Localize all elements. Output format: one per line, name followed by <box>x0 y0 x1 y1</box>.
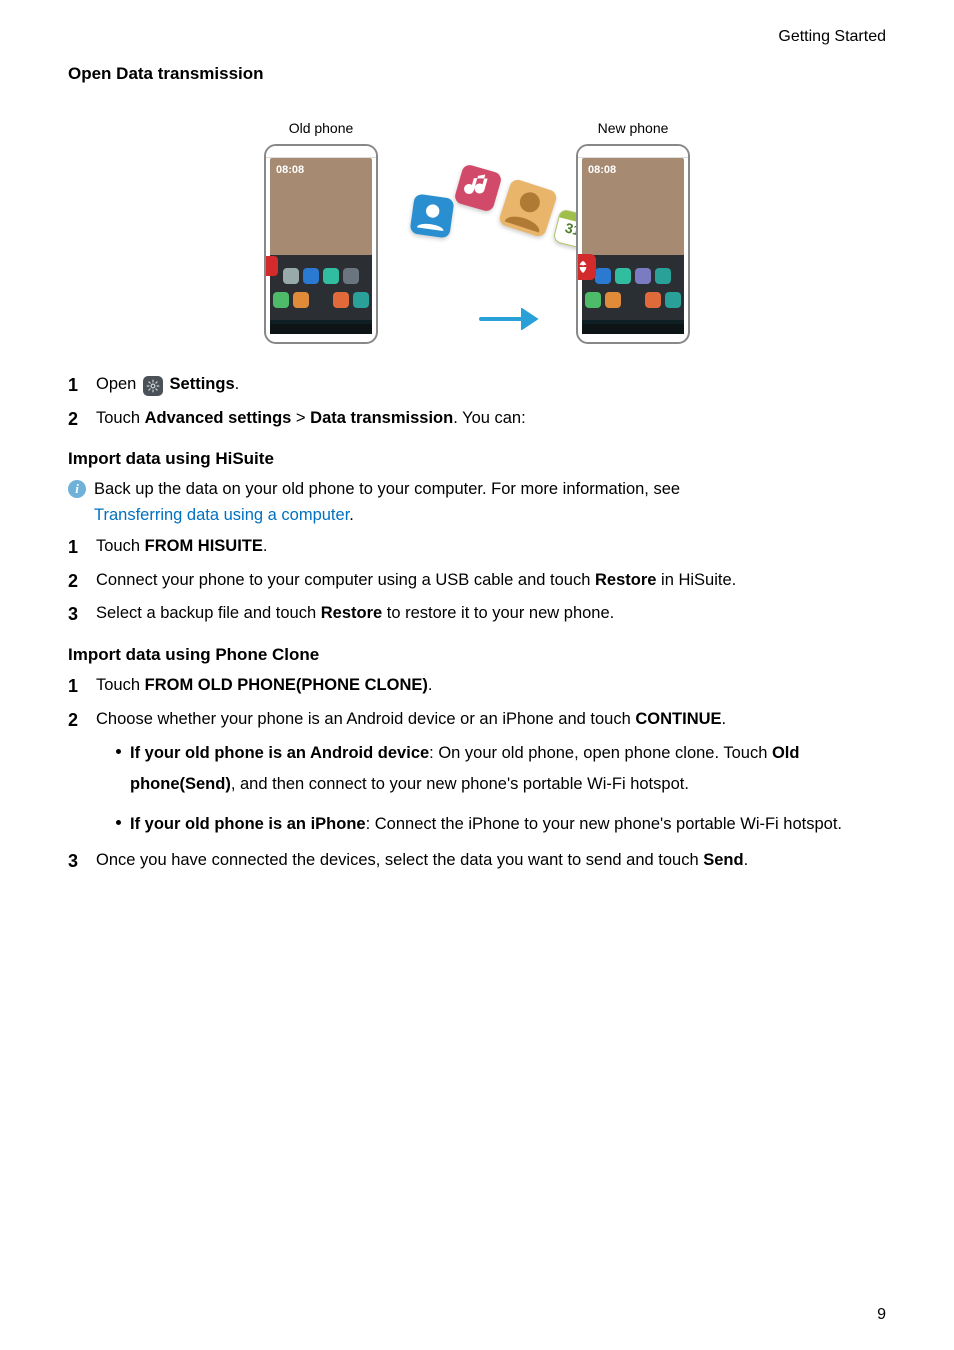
text: . <box>235 375 240 393</box>
text: : Connect the iPhone to your new phone's… <box>366 815 842 833</box>
info-icon: i <box>68 480 86 498</box>
steps-hisuite: Touch FROM HISUITE. Connect your phone t… <box>68 534 886 627</box>
separator: > <box>291 409 310 427</box>
data-transmission-label: Data transmission <box>310 409 453 427</box>
sub-bullets: If your old phone is an Android device: … <box>96 738 886 840</box>
text: . <box>722 710 727 728</box>
text: Choose whether your phone is an Android … <box>96 710 635 728</box>
text: in HiSuite. <box>656 571 736 589</box>
from-hisuite-label: FROM HISUITE <box>145 537 263 555</box>
text: Touch <box>96 409 145 427</box>
text: Touch <box>96 537 145 555</box>
arrow-icon <box>479 308 539 330</box>
from-old-phone-label: FROM OLD PHONE(PHONE CLONE) <box>145 676 428 694</box>
iphone-label: If your old phone is an iPhone <box>130 815 366 833</box>
old-phone-mockup: 08:08 <box>264 144 378 344</box>
step-open-settings: Open Settings. <box>68 372 886 398</box>
step-send-data: Once you have connected the devices, sel… <box>68 848 886 874</box>
new-phone-clock: 08:08 <box>588 164 616 176</box>
heading-import-phone-clone: Import data using Phone Clone <box>68 645 886 665</box>
old-phone-block: Old phone 08:08 <box>264 120 378 344</box>
bullet-iphone: If your old phone is an iPhone: Connect … <box>116 809 886 840</box>
text: , and then connect to your new phone's p… <box>231 775 689 793</box>
text: . You can: <box>453 409 526 427</box>
steps-phone-clone: Touch FROM OLD PHONE(PHONE CLONE). Choos… <box>68 673 886 874</box>
text: Once you have connected the devices, sel… <box>96 851 703 869</box>
info-backup-note: i Back up the data on your old phone to … <box>68 477 886 528</box>
new-phone-mockup: 08:08 <box>576 144 690 344</box>
illustration-data-transfer: Old phone 08:08 <box>68 120 886 344</box>
text: Select a backup file and touch <box>96 604 321 622</box>
step-from-old-phone: Touch FROM OLD PHONE(PHONE CLONE). <box>68 673 886 699</box>
page-header-right: Getting Started <box>778 28 886 46</box>
restore-label: Restore <box>595 571 656 589</box>
heading-import-hisuite: Import data using HiSuite <box>68 449 886 469</box>
android-device-label: If your old phone is an Android device <box>130 744 429 762</box>
continue-label: CONTINUE <box>635 710 721 728</box>
send-label: Send <box>703 851 743 869</box>
text: . <box>744 851 749 869</box>
step-connect-usb: Connect your phone to your computer usin… <box>68 568 886 594</box>
info-text: Back up the data on your old phone to yo… <box>94 480 680 498</box>
text: . <box>263 537 268 555</box>
bullet-android: If your old phone is an Android device: … <box>116 738 886 801</box>
page-number: 9 <box>877 1306 886 1324</box>
new-phone-label: New phone <box>598 120 669 136</box>
text: to restore it to your new phone. <box>382 604 614 622</box>
contacts-icon <box>409 193 454 238</box>
link-transferring-data[interactable]: Transferring data using a computer <box>94 506 349 524</box>
phone-clone-icon <box>264 256 278 276</box>
avatar-icon <box>498 178 558 238</box>
settings-label: Settings <box>170 375 235 393</box>
text: Touch <box>96 676 145 694</box>
old-phone-clock: 08:08 <box>276 164 304 176</box>
phone-clone-icon <box>576 254 596 280</box>
text: Connect your phone to your computer usin… <box>96 571 595 589</box>
old-phone-label: Old phone <box>289 120 354 136</box>
step-select-backup: Select a backup file and touch Restore t… <box>68 601 886 627</box>
text: Open <box>96 375 141 393</box>
text: : On your old phone, open phone clone. T… <box>429 744 772 762</box>
step-touch-advanced: Touch Advanced settings > Data transmiss… <box>68 406 886 432</box>
restore-label: Restore <box>321 604 382 622</box>
steps-open-data: Open Settings. Touch Advanced settings >… <box>68 372 886 431</box>
settings-icon <box>143 376 163 396</box>
text: . <box>349 506 354 524</box>
music-icon <box>453 163 502 212</box>
step-from-hisuite: Touch FROM HISUITE. <box>68 534 886 560</box>
advanced-settings-label: Advanced settings <box>145 409 292 427</box>
step-choose-device: Choose whether your phone is an Android … <box>68 707 886 841</box>
new-phone-block: New phone 08:08 <box>576 120 690 344</box>
text: . <box>428 676 433 694</box>
heading-open-data-transmission: Open Data transmission <box>68 64 886 84</box>
